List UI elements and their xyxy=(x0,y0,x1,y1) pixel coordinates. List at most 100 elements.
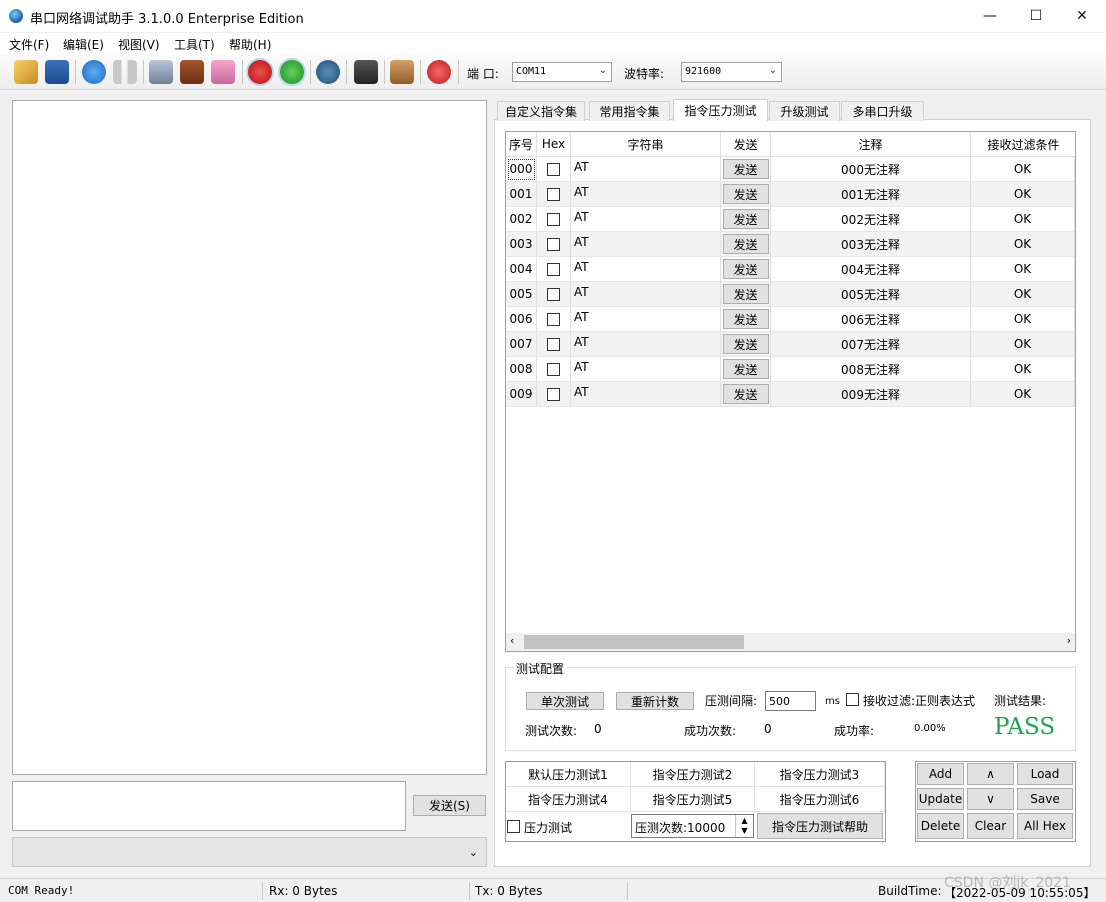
filter-cell[interactable]: OK xyxy=(971,257,1075,282)
menu-help[interactable]: 帮助(H) xyxy=(229,36,271,53)
scrollbar-thumb[interactable] xyxy=(524,635,744,649)
note-cell[interactable]: 000无注释 xyxy=(771,157,971,182)
hex-checkbox[interactable] xyxy=(547,162,560,176)
string-cell[interactable]: AT xyxy=(571,282,721,307)
filter-cell[interactable]: OK xyxy=(971,382,1075,407)
menu-edit[interactable]: 编辑(E) xyxy=(63,36,104,53)
tab-common-commands[interactable]: 常用指令集 xyxy=(589,101,670,121)
hex-checkbox[interactable] xyxy=(547,337,560,351)
row-index[interactable]: 009 xyxy=(506,382,537,407)
open-file-icon[interactable] xyxy=(14,60,38,84)
string-cell[interactable]: AT xyxy=(571,357,721,382)
power-icon[interactable] xyxy=(427,60,451,84)
hex-checkbox[interactable] xyxy=(547,362,560,376)
hex-checkbox[interactable] xyxy=(547,262,560,276)
row-send-button[interactable]: 发送 xyxy=(722,259,769,279)
row-send-button[interactable]: 发送 xyxy=(722,334,769,354)
filter-cell[interactable]: OK xyxy=(971,232,1075,257)
row-send-button[interactable]: 发送 xyxy=(722,309,769,329)
reset-count-button[interactable]: 重新计数 xyxy=(616,692,694,710)
note-cell[interactable]: 004无注释 xyxy=(771,257,971,282)
send-textarea[interactable] xyxy=(12,781,406,831)
receive-textarea[interactable] xyxy=(12,100,487,775)
add-button[interactable]: Add xyxy=(917,763,964,785)
book-icon[interactable] xyxy=(390,60,414,84)
history-select[interactable]: ⌄ xyxy=(12,837,487,867)
save-icon[interactable] xyxy=(45,60,69,84)
row-send-button[interactable]: 发送 xyxy=(722,184,769,204)
filter-cell[interactable]: OK xyxy=(971,182,1075,207)
note-cell[interactable]: 005无注释 xyxy=(771,282,971,307)
string-cell[interactable]: AT xyxy=(571,332,721,357)
row-index[interactable]: 002 xyxy=(506,207,537,232)
row-send-button[interactable]: 发送 xyxy=(722,384,769,404)
filter-cell[interactable]: OK xyxy=(971,207,1075,232)
tab-upgrade-test[interactable]: 升级测试 xyxy=(769,101,840,121)
pause-icon[interactable] xyxy=(113,60,137,84)
move-up-button[interactable]: ∧ xyxy=(967,763,1014,785)
string-cell[interactable]: AT xyxy=(571,157,721,182)
tab-custom-commands[interactable]: 自定义指令集 xyxy=(497,101,585,121)
clear-box-icon[interactable] xyxy=(180,60,204,84)
note-cell[interactable]: 001无注释 xyxy=(771,182,971,207)
single-test-button[interactable]: 单次测试 xyxy=(526,692,604,710)
load-button[interactable]: Load xyxy=(1017,763,1073,785)
note-cell[interactable]: 002无注释 xyxy=(771,207,971,232)
string-cell[interactable]: AT xyxy=(571,257,721,282)
menu-file[interactable]: 文件(F) xyxy=(9,36,49,53)
row-send-button[interactable]: 发送 xyxy=(722,234,769,254)
tab-multi-port-upgrade[interactable]: 多串口升级 xyxy=(841,101,924,121)
remove-icon[interactable] xyxy=(248,60,272,84)
preset-1[interactable]: 默认压力测试1 xyxy=(506,762,631,787)
stress-help-button[interactable]: 指令压力测试帮助 xyxy=(757,813,883,839)
scroll-right-icon[interactable]: › xyxy=(1067,634,1071,647)
bookmark-icon[interactable] xyxy=(354,60,378,84)
menu-view[interactable]: 视图(V) xyxy=(118,36,160,53)
hex-checkbox[interactable] xyxy=(547,237,560,251)
row-index[interactable]: 000 xyxy=(506,157,537,182)
filter-cell[interactable]: OK xyxy=(971,157,1075,182)
filter-cell[interactable]: OK xyxy=(971,307,1075,332)
delete-button[interactable]: Delete xyxy=(917,813,964,839)
row-index[interactable]: 006 xyxy=(506,307,537,332)
move-down-button[interactable]: ∨ xyxy=(967,788,1014,810)
gift-icon[interactable] xyxy=(211,60,235,84)
string-cell[interactable]: AT xyxy=(571,382,721,407)
play-icon[interactable] xyxy=(82,60,106,84)
settings-icon[interactable] xyxy=(316,60,340,84)
row-send-button[interactable]: 发送 xyxy=(722,284,769,304)
string-cell[interactable]: AT xyxy=(571,207,721,232)
trash-icon[interactable] xyxy=(149,60,173,84)
filter-checkbox[interactable] xyxy=(846,693,859,706)
hex-checkbox[interactable] xyxy=(547,387,560,401)
row-send-button[interactable]: 发送 xyxy=(722,209,769,229)
spin-up-icon[interactable]: ▲ xyxy=(741,816,747,826)
minimize-button[interactable]: — xyxy=(967,0,1013,32)
hex-checkbox[interactable] xyxy=(547,212,560,226)
filter-cell[interactable]: OK xyxy=(971,332,1075,357)
note-cell[interactable]: 009无注释 xyxy=(771,382,971,407)
preset-5[interactable]: 指令压力测试5 xyxy=(631,787,755,812)
hex-checkbox[interactable] xyxy=(547,312,560,326)
note-cell[interactable]: 007无注释 xyxy=(771,332,971,357)
stress-test-checkbox[interactable] xyxy=(507,820,520,833)
save-button[interactable]: Save xyxy=(1017,788,1073,810)
preset-2[interactable]: 指令压力测试2 xyxy=(631,762,755,787)
hex-checkbox[interactable] xyxy=(547,187,560,201)
row-index[interactable]: 008 xyxy=(506,357,537,382)
preset-6[interactable]: 指令压力测试6 xyxy=(755,787,885,812)
string-cell[interactable]: AT xyxy=(571,232,721,257)
all-hex-button[interactable]: All Hex xyxy=(1017,813,1073,839)
update-button[interactable]: Update xyxy=(917,788,964,810)
row-index[interactable]: 007 xyxy=(506,332,537,357)
row-index[interactable]: 005 xyxy=(506,282,537,307)
send-button[interactable]: 发送(S) xyxy=(413,795,486,816)
filter-cell[interactable]: OK xyxy=(971,357,1075,382)
string-cell[interactable]: AT xyxy=(571,182,721,207)
baud-select[interactable]: 921600 ⌄ xyxy=(681,62,782,82)
string-cell[interactable]: AT xyxy=(571,307,721,332)
preset-3[interactable]: 指令压力测试3 xyxy=(755,762,885,787)
clear-button[interactable]: Clear xyxy=(967,813,1014,839)
filter-cell[interactable]: OK xyxy=(971,282,1075,307)
row-index[interactable]: 001 xyxy=(506,182,537,207)
